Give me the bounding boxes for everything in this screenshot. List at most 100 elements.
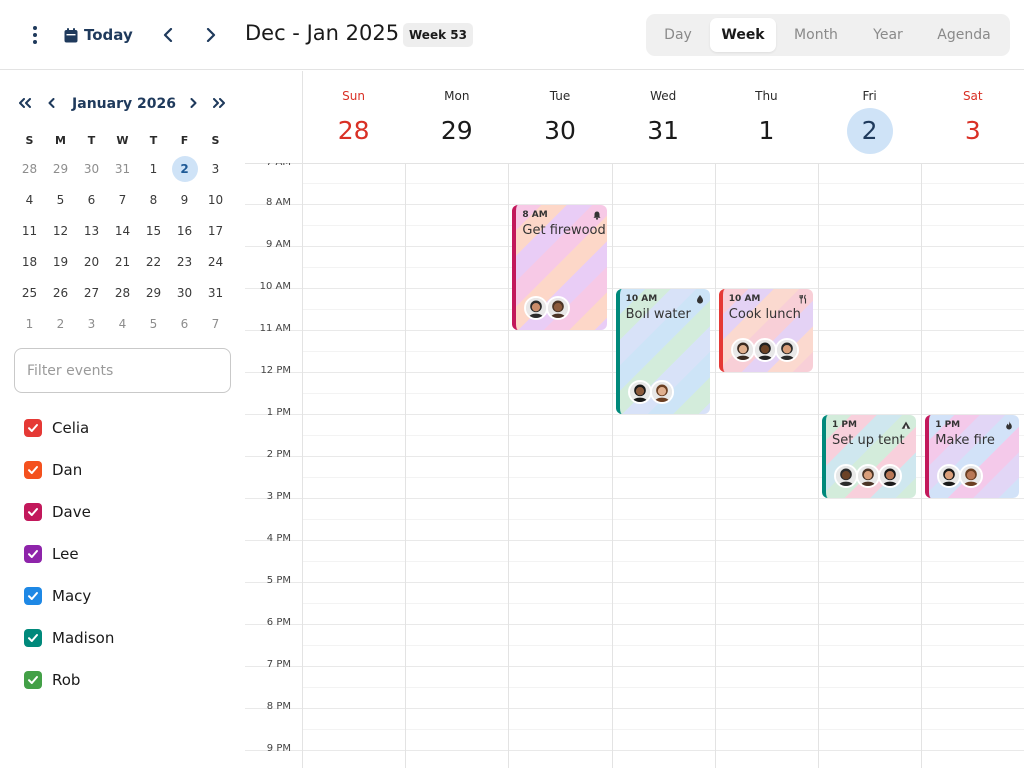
- person-filter-item[interactable]: Macy: [24, 585, 91, 607]
- person-checkbox[interactable]: [24, 629, 42, 647]
- time-label: 9 AM: [265, 239, 291, 250]
- mini-day-cell[interactable]: 14: [107, 218, 138, 244]
- mini-day-cell[interactable]: 13: [76, 218, 107, 244]
- mini-day-cell[interactable]: 19: [45, 249, 76, 275]
- mini-day-cell[interactable]: 7: [107, 187, 138, 213]
- mini-day-cell[interactable]: 31: [200, 280, 231, 306]
- mini-day-cell[interactable]: 20: [76, 249, 107, 275]
- previous-year-button[interactable]: [14, 93, 36, 115]
- mini-day-cell[interactable]: 8: [138, 187, 169, 213]
- previous-month-button[interactable]: [40, 93, 62, 115]
- mini-day-cell[interactable]: 30: [76, 156, 107, 182]
- mini-day-cell[interactable]: 18: [14, 249, 45, 275]
- half-hour-gridline: [302, 729, 1024, 730]
- next-year-button[interactable]: [208, 93, 230, 115]
- day-header[interactable]: Sun 28: [302, 71, 405, 163]
- mini-day-cell[interactable]: 11: [14, 218, 45, 244]
- event-title: Get firewood: [522, 223, 606, 238]
- mini-day-cell[interactable]: 28: [14, 156, 45, 182]
- person-checkbox[interactable]: [24, 587, 42, 605]
- hour-gridline: [245, 750, 1024, 751]
- filter-events-input[interactable]: [14, 348, 231, 393]
- view-tab-agenda[interactable]: Agenda: [924, 18, 1004, 52]
- mini-day-cell[interactable]: 7: [200, 311, 231, 337]
- person-filter-item[interactable]: Dave: [24, 501, 91, 523]
- event-attendees: [524, 296, 571, 320]
- day-header[interactable]: Sat 3: [921, 71, 1024, 163]
- day-header[interactable]: Wed 31: [612, 71, 715, 163]
- mini-day-cell[interactable]: 5: [138, 311, 169, 337]
- day-column-divider: [818, 163, 819, 768]
- calendar-event[interactable]: 10 AM Boil water: [615, 289, 710, 414]
- mini-day-cell[interactable]: 4: [14, 187, 45, 213]
- view-tab-month[interactable]: Month: [780, 18, 852, 52]
- mini-day-cell[interactable]: 10: [200, 187, 231, 213]
- day-name: Wed: [650, 89, 677, 103]
- today-button[interactable]: Today: [64, 20, 133, 50]
- mini-day-cell[interactable]: 22: [138, 249, 169, 275]
- mini-day-cell[interactable]: 26: [45, 280, 76, 306]
- attendee-avatar: [649, 380, 674, 404]
- mini-day-cell[interactable]: 24: [200, 249, 231, 275]
- mini-day-cell[interactable]: 25: [14, 280, 45, 306]
- person-checkbox[interactable]: [24, 671, 42, 689]
- mini-day-number: 23: [176, 254, 193, 269]
- person-checkbox[interactable]: [24, 461, 42, 479]
- mini-day-cell[interactable]: 2: [169, 155, 200, 182]
- mini-day-cell[interactable]: 29: [138, 280, 169, 306]
- mini-day-cell[interactable]: 6: [169, 311, 200, 337]
- mini-day-cell[interactable]: 6: [76, 187, 107, 213]
- mini-day-cell[interactable]: 23: [169, 249, 200, 275]
- day-header[interactable]: Tue 30: [508, 71, 611, 163]
- mini-day-cell[interactable]: 2: [45, 311, 76, 337]
- mini-day-cell[interactable]: 31: [107, 156, 138, 182]
- person-checkbox[interactable]: [24, 503, 42, 521]
- person-checkbox[interactable]: [24, 419, 42, 437]
- mini-day-cell[interactable]: 16: [169, 218, 200, 244]
- mini-day-cell[interactable]: 29: [45, 156, 76, 182]
- calendar-event[interactable]: 1 PM Set up tent: [822, 415, 917, 498]
- mini-day-cell[interactable]: 12: [45, 218, 76, 244]
- date-range-title: Dec - Jan 2025: [245, 21, 400, 45]
- person-filter-item[interactable]: Rob: [24, 669, 80, 691]
- day-column-divider: [405, 163, 406, 768]
- mini-day-cell[interactable]: 4: [107, 311, 138, 337]
- more-menu-button[interactable]: [22, 22, 48, 48]
- calendar-event[interactable]: 1 PM Make fire: [925, 415, 1020, 498]
- week-grid: 7 AM 8 AM 9 AM 10 AM 11 AM 12 PM 1 PM 2 PM 3 PM 4…: [245, 71, 1024, 768]
- mini-day-cell[interactable]: 3: [76, 311, 107, 337]
- mini-day-cell[interactable]: 15: [138, 218, 169, 244]
- mini-day-number: 13: [83, 223, 100, 238]
- view-tab-day[interactable]: Day: [650, 18, 706, 52]
- tent-icon: [901, 421, 911, 429]
- day-header[interactable]: Fri 2: [818, 71, 921, 163]
- person-checkbox[interactable]: [24, 545, 42, 563]
- mini-day-cell[interactable]: 1: [14, 311, 45, 337]
- mini-day-cell[interactable]: 1: [138, 156, 169, 182]
- next-week-button[interactable]: [199, 23, 223, 47]
- day-header[interactable]: Thu 1: [715, 71, 818, 163]
- person-filter-item[interactable]: Lee: [24, 543, 79, 565]
- mini-day-number: 22: [145, 254, 162, 269]
- mini-day-number: 28: [21, 161, 38, 176]
- event-time: 1 PM: [935, 420, 961, 430]
- person-filter-item[interactable]: Madison: [24, 627, 114, 649]
- day-header[interactable]: Mon 29: [405, 71, 508, 163]
- previous-week-button[interactable]: [156, 23, 180, 47]
- mini-day-cell[interactable]: 9: [169, 187, 200, 213]
- mini-day-cell[interactable]: 28: [107, 280, 138, 306]
- mini-day-cell[interactable]: 27: [76, 280, 107, 306]
- mini-day-cell[interactable]: 17: [200, 218, 231, 244]
- mini-day-cell[interactable]: 5: [45, 187, 76, 213]
- mini-day-cell[interactable]: 30: [169, 280, 200, 306]
- mini-day-cell[interactable]: 3: [200, 156, 231, 182]
- view-tab-year[interactable]: Year: [856, 18, 920, 52]
- person-filter-item[interactable]: Celia: [24, 417, 89, 439]
- next-month-button[interactable]: [182, 93, 204, 115]
- calendar-event[interactable]: 8 AM Get firewood: [512, 205, 607, 330]
- view-tab-week[interactable]: Week: [710, 18, 776, 52]
- calendar-event[interactable]: 10 AM Cook lunch: [718, 289, 813, 372]
- person-filter-item[interactable]: Dan: [24, 459, 82, 481]
- mini-day-cell[interactable]: 21: [107, 249, 138, 275]
- mini-weekday-label: M: [55, 133, 66, 147]
